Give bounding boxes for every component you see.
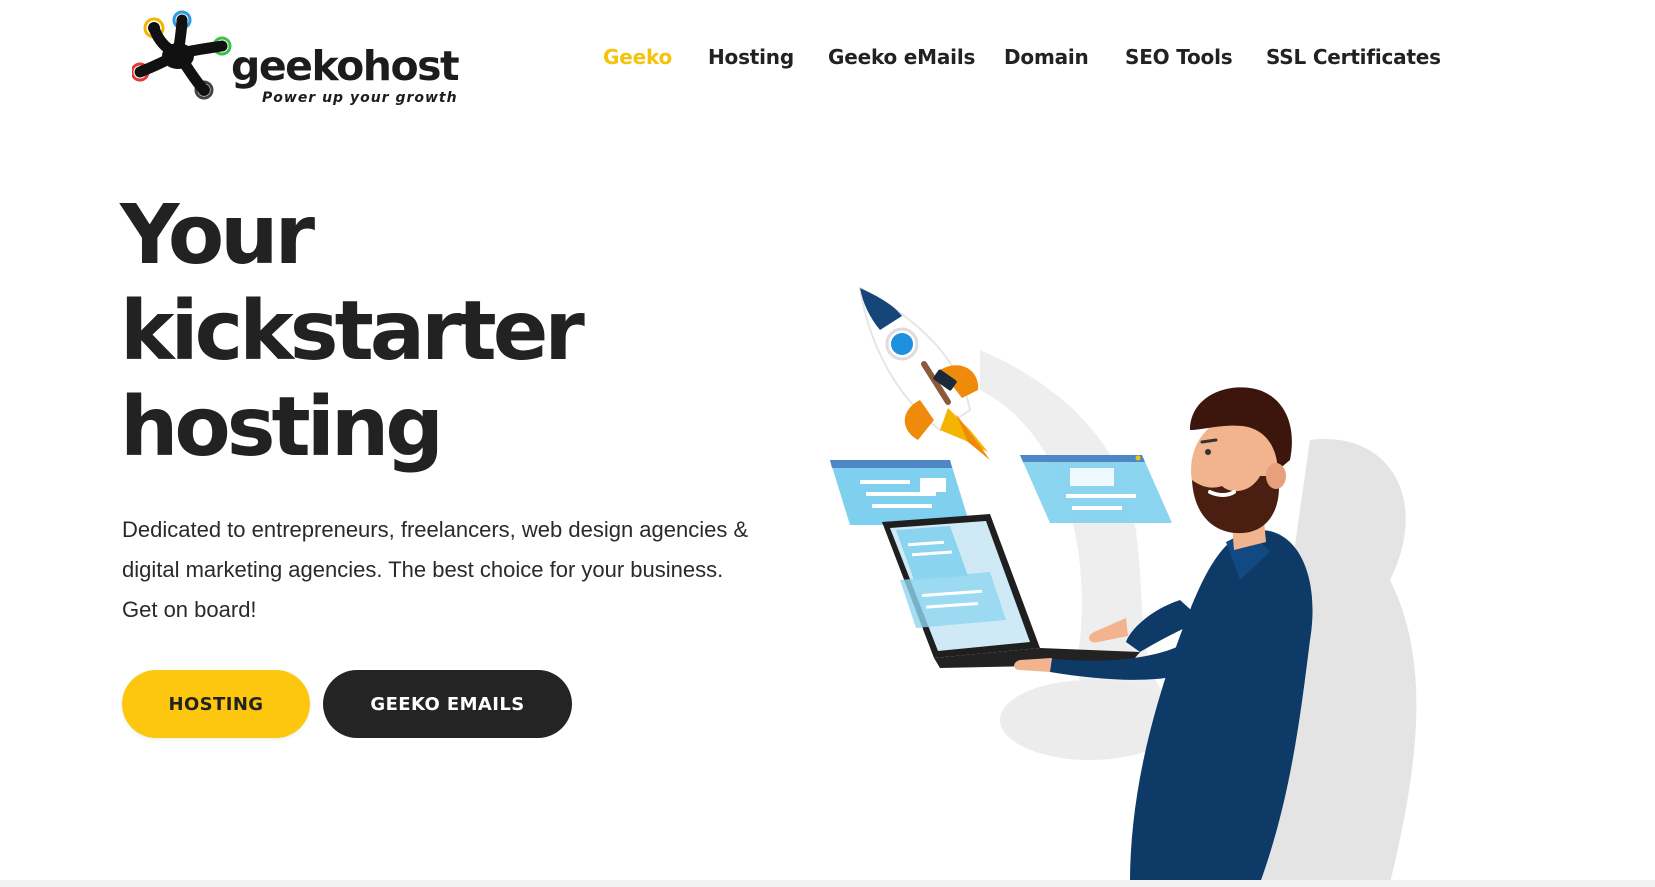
logo-tagline: Power up your growth [262,90,458,106]
nav-item-geeko[interactable]: Geeko [603,40,672,74]
section-divider [0,880,1655,887]
browser-window-icon [1020,455,1172,523]
browser-window-icon [830,460,970,525]
nav-item-domain[interactable]: Domain [1004,40,1089,74]
hero-illustration [830,286,1417,883]
hero-title-line: hosting [120,380,444,475]
rocket-icon [858,286,990,460]
nav-item-hosting[interactable]: Hosting [708,40,794,74]
page: geekohost Power up your growth Geeko Hos… [0,0,1655,887]
nav-item-geeko-emails[interactable]: Geeko eMails [828,40,975,74]
nav-item-seo-tools[interactable]: SEO Tools [1125,40,1233,74]
nav-item-ssl-certificates[interactable]: SSL Certificates [1266,40,1441,74]
geeko-emails-button[interactable]: GEEKO EMAILS [323,670,572,738]
hero-title: Your kickstarter hosting [120,188,820,476]
hosting-button[interactable]: HOSTING [122,670,310,738]
main-nav: Geeko Hosting Geeko eMails Domain SEO To… [0,40,1655,74]
hero-title-line: kickstarter [120,284,585,379]
hero-title-line: Your [120,188,315,283]
hero-description: Dedicated to entrepreneurs, freelancers,… [122,517,749,622]
